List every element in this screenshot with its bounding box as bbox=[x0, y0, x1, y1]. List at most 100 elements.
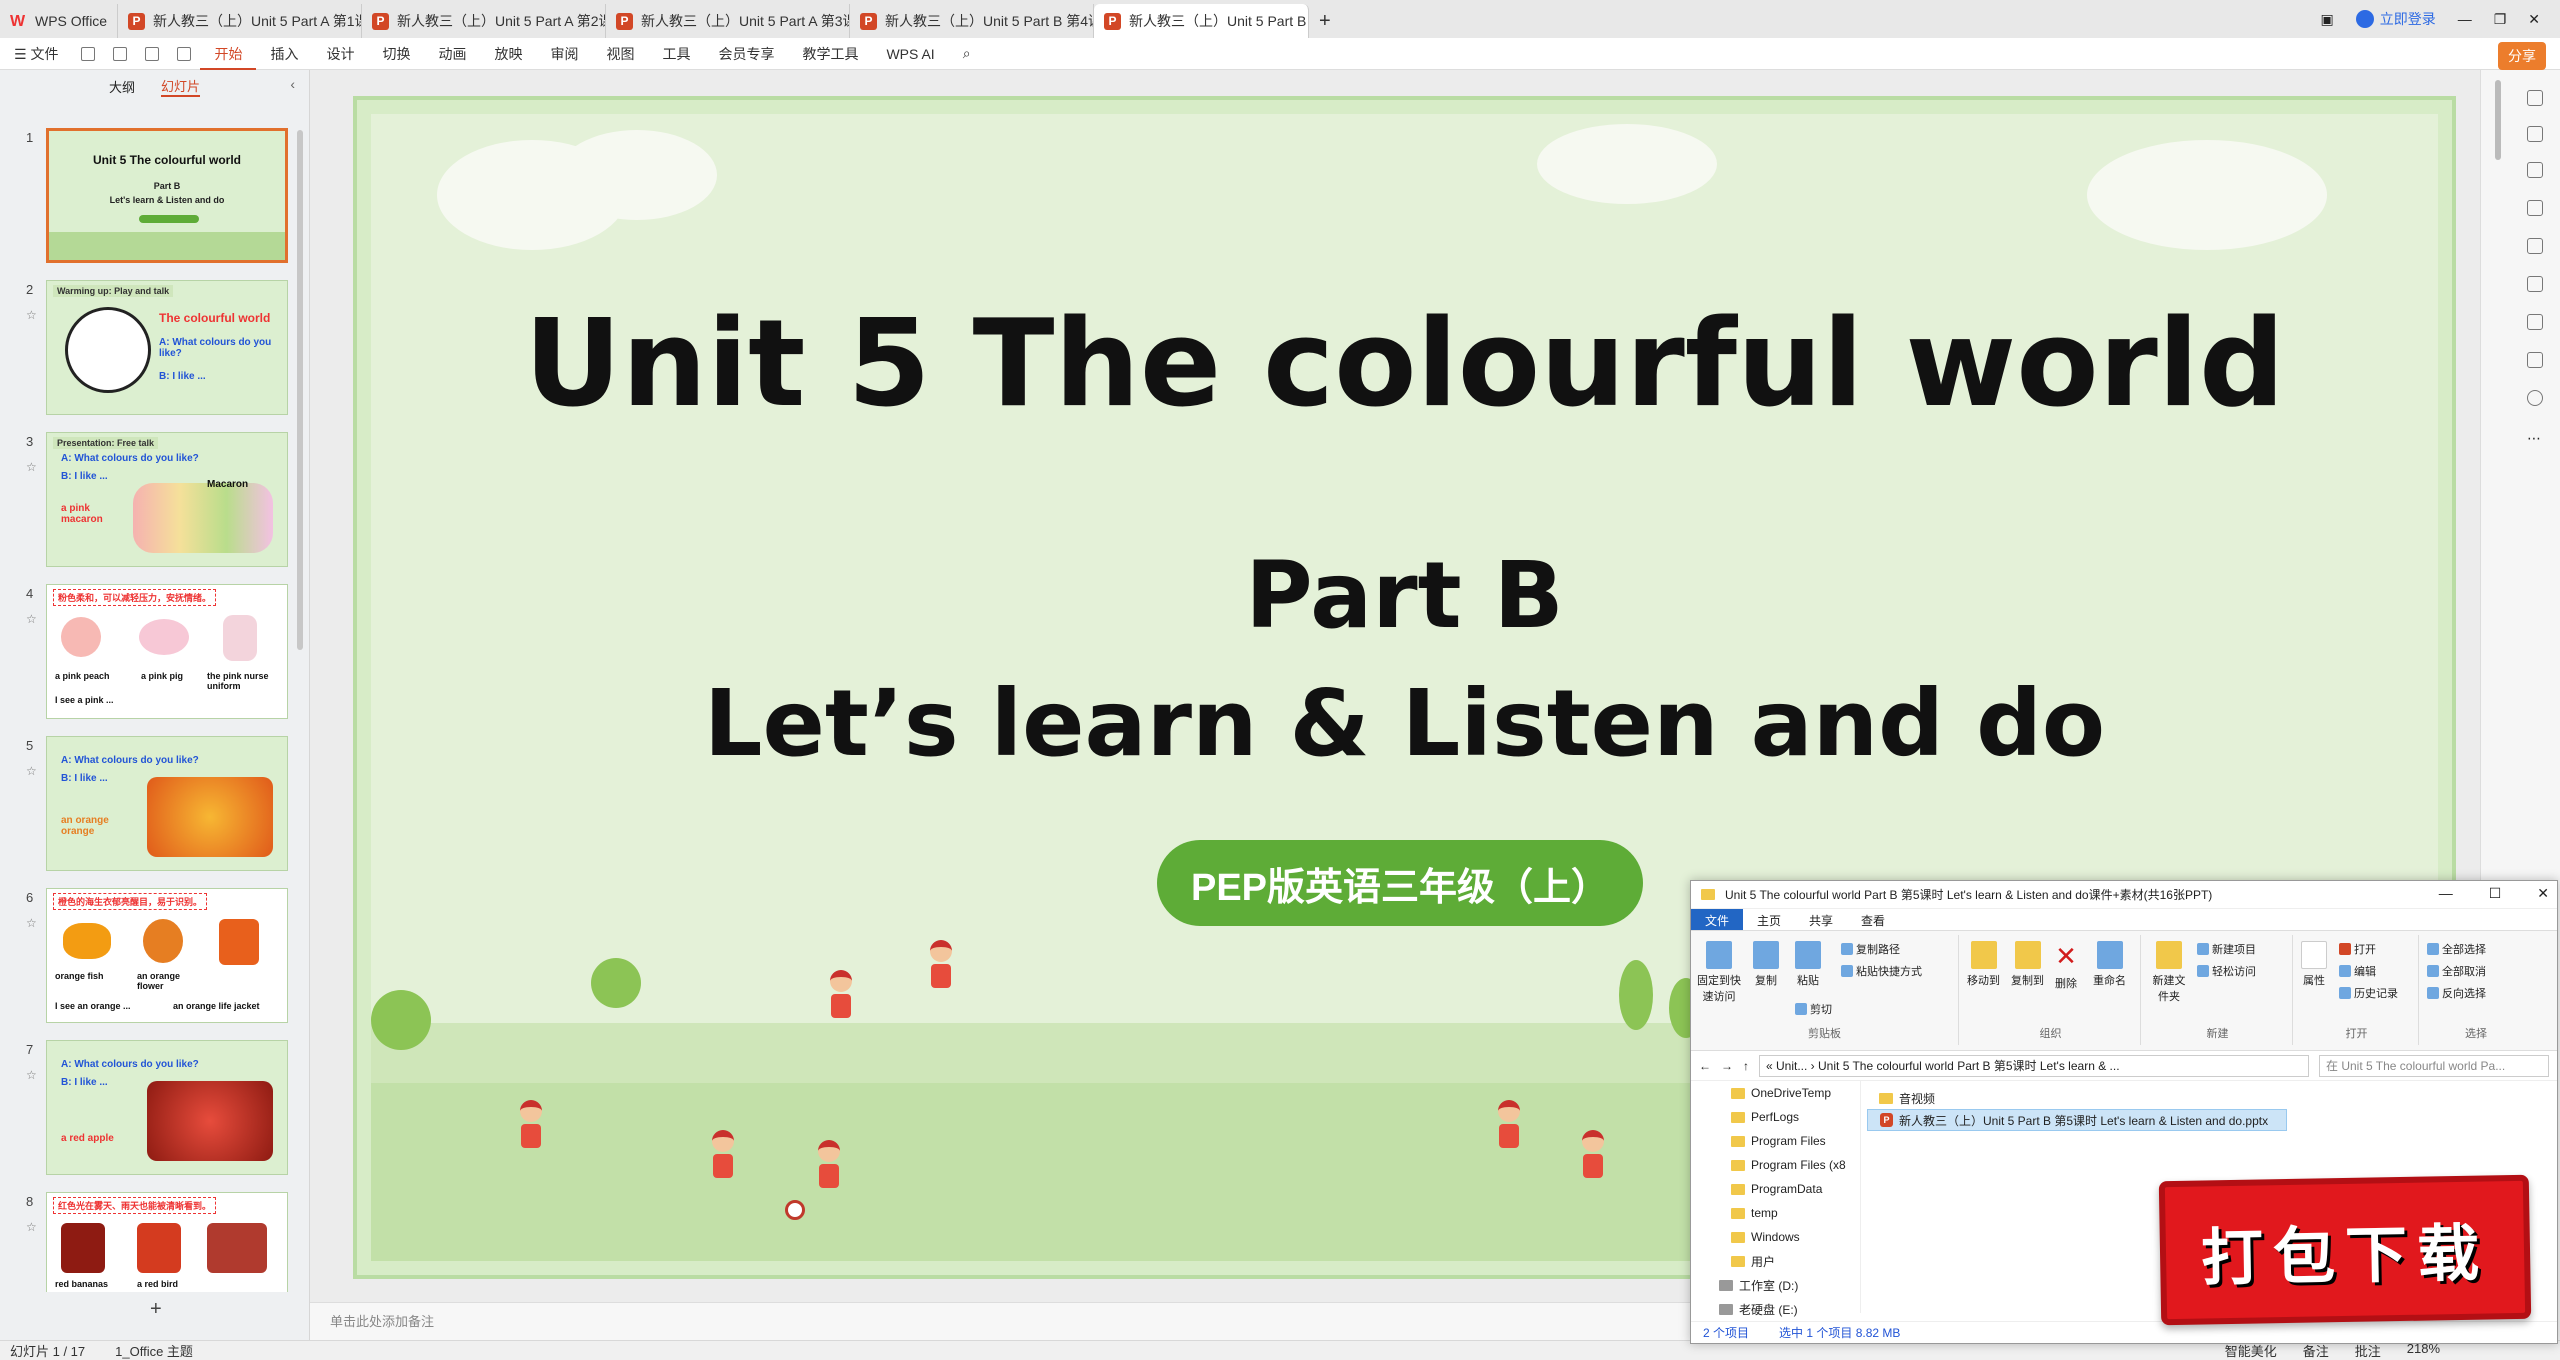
new-item-button[interactable]: 新建项目 bbox=[2197, 941, 2256, 957]
nav-item[interactable]: OneDriveTemp bbox=[1691, 1081, 1860, 1105]
new-tab-icon[interactable]: + bbox=[1309, 4, 1341, 38]
star-icon[interactable] bbox=[2527, 162, 2543, 178]
ribbon-tab-home[interactable]: 主页 bbox=[1743, 909, 1795, 930]
search-input[interactable]: 在 Unit 5 The colourful world Pa... bbox=[2319, 1054, 2549, 1077]
search-icon[interactable]: ⌕ bbox=[949, 45, 985, 62]
menu-transition[interactable]: 切换 bbox=[368, 44, 424, 64]
slide-thumbnail-8[interactable]: 红色光在雾天、雨天也能被清晰看到。 red bananas a red bird bbox=[46, 1192, 288, 1292]
menu-view[interactable]: 视图 bbox=[592, 44, 648, 64]
menu-insert[interactable]: 插入 bbox=[256, 44, 312, 64]
tab-outline[interactable]: 大纲 bbox=[109, 77, 135, 96]
layout-icon[interactable]: ▣ bbox=[2320, 11, 2333, 28]
file-item[interactable]: 音视频 bbox=[1867, 1087, 2557, 1109]
file-menu[interactable]: ☰ 文件 bbox=[0, 44, 72, 64]
theme-name[interactable]: 1_Office 主题 bbox=[85, 1341, 193, 1360]
collapse-panel-icon[interactable]: ‹ bbox=[290, 76, 295, 92]
select-none-button[interactable]: 全部取消 bbox=[2427, 963, 2486, 979]
minimize-icon[interactable]: — bbox=[2439, 885, 2453, 902]
thumbnail-row[interactable]: 1 Unit 5 The colourful world Part B Let'… bbox=[0, 128, 300, 280]
slide-title[interactable]: Unit 5 The colourful world bbox=[357, 295, 2452, 434]
ribbon-tab-view[interactable]: 查看 bbox=[1847, 909, 1899, 930]
menu-member[interactable]: 会员专享 bbox=[704, 44, 788, 64]
slide-part[interactable]: Part B bbox=[357, 542, 2452, 649]
close-icon[interactable]: ✕ bbox=[2537, 885, 2549, 902]
tab-document-active[interactable]: P新人教三（上）Unit 5 Part B✕ bbox=[1094, 4, 1309, 38]
nav-item[interactable]: Windows bbox=[1691, 1225, 1860, 1249]
history-button[interactable]: 历史记录 bbox=[2339, 985, 2398, 1001]
ribbon-tab-share[interactable]: 共享 bbox=[1795, 909, 1847, 930]
nav-item[interactable]: 用户 bbox=[1691, 1249, 1860, 1273]
wps-ai-button[interactable]: WPS AI bbox=[872, 46, 948, 62]
nav-item[interactable]: Program Files (x8 bbox=[1691, 1153, 1860, 1177]
slide-thumbnail-6[interactable]: 橙色的海生衣郁亮醒目，易于识别。 orange fish an orange f… bbox=[46, 888, 288, 1023]
nav-item[interactable]: temp bbox=[1691, 1201, 1860, 1225]
rename-button[interactable]: 重命名 bbox=[2093, 941, 2126, 988]
menu-tools[interactable]: 工具 bbox=[648, 44, 704, 64]
star-icon[interactable]: ☆ bbox=[26, 916, 37, 930]
template-icon[interactable] bbox=[2527, 352, 2543, 368]
login-button[interactable]: 立即登录 bbox=[2355, 9, 2436, 29]
back-icon[interactable]: ← bbox=[1699, 1059, 1711, 1073]
copy-button[interactable]: 复制 bbox=[1753, 941, 1779, 988]
properties-button[interactable]: 属性 bbox=[2301, 941, 2327, 988]
menu-animation[interactable]: 动画 bbox=[424, 44, 480, 64]
image-icon[interactable] bbox=[2527, 238, 2543, 254]
minimize-icon[interactable]: — bbox=[2458, 11, 2472, 27]
slide-subtitle[interactable]: Let’s learn & Listen and do bbox=[357, 670, 2452, 777]
menu-home[interactable]: 开始 bbox=[200, 38, 257, 70]
more-icon[interactable]: ⋯ bbox=[2527, 430, 2543, 446]
thumbnail-row[interactable]: 6 ☆ 橙色的海生衣郁亮醒目，易于识别。 orange fish an orang… bbox=[0, 888, 300, 1040]
tab-document-4[interactable]: P 新人教三（上）Unit 5 Part B 第4课 bbox=[850, 4, 1094, 38]
settings-icon[interactable] bbox=[2527, 126, 2543, 142]
forward-icon[interactable]: → bbox=[1721, 1059, 1733, 1073]
download-package-stamp[interactable]: 打包下载 bbox=[2158, 1174, 2532, 1326]
panel-scrollbar[interactable] bbox=[297, 130, 303, 650]
copy-path-button[interactable]: 复制路径 bbox=[1841, 941, 1900, 957]
slide-thumbnail-1[interactable]: Unit 5 The colourful world Part B Let's … bbox=[46, 128, 288, 263]
move-to-button[interactable]: 移动到 bbox=[1967, 941, 2000, 988]
star-icon[interactable]: ☆ bbox=[26, 1220, 37, 1234]
copy-icon[interactable] bbox=[2527, 200, 2543, 216]
new-folder-button[interactable]: 新建文件夹 bbox=[2149, 941, 2189, 1004]
tab-wps-home[interactable]: W WPS Office bbox=[0, 4, 118, 38]
star-icon[interactable]: ☆ bbox=[26, 764, 37, 778]
file-item-selected[interactable]: P 新人教三（上）Unit 5 Part B 第5课时 Let's learn &… bbox=[1867, 1109, 2287, 1131]
grade-badge[interactable]: PEP版英语三年级（上） bbox=[1157, 840, 1643, 926]
nav-item[interactable]: Program Files bbox=[1691, 1129, 1860, 1153]
print-icon[interactable] bbox=[113, 46, 128, 61]
up-icon[interactable]: ↑ bbox=[1743, 1059, 1749, 1073]
pin-button[interactable]: 固定到快速访问 bbox=[1697, 941, 1741, 1004]
star-icon[interactable]: ☆ bbox=[26, 612, 37, 626]
star-icon[interactable]: ☆ bbox=[26, 308, 37, 322]
invert-selection-button[interactable]: 反向选择 bbox=[2427, 985, 2486, 1001]
slide-thumbnail-2[interactable]: Warming up: Play and talk The colourful … bbox=[46, 280, 288, 415]
tab-document-3[interactable]: P 新人教三（上）Unit 5 Part A 第3课 bbox=[606, 4, 850, 38]
thumbnail-row[interactable]: 7 ☆ A: What colours do you like? B: I lik… bbox=[0, 1040, 300, 1192]
nav-item[interactable]: 老硬盘 (E:) bbox=[1691, 1297, 1860, 1321]
tab-document-1[interactable]: P 新人教三（上）Unit 5 Part A 第1课 bbox=[118, 4, 362, 38]
thumbnail-row[interactable]: 8 ☆ 红色光在雾天、雨天也能被清晰看到。 red bananas a red b… bbox=[0, 1192, 300, 1292]
nav-item[interactable]: 工作室 (D:) bbox=[1691, 1273, 1860, 1297]
undo-icon[interactable] bbox=[145, 46, 160, 61]
save-icon[interactable] bbox=[81, 46, 96, 61]
ribbon-tab-file[interactable]: 文件 bbox=[1691, 909, 1744, 930]
nav-item[interactable]: PerfLogs bbox=[1691, 1105, 1860, 1129]
open-button[interactable]: 打开 bbox=[2339, 941, 2376, 957]
magic-icon[interactable] bbox=[2527, 276, 2543, 292]
menu-teaching-tools[interactable]: 教学工具 bbox=[788, 44, 872, 64]
slide-thumbnail-3[interactable]: Presentation: Free talk A: What colours … bbox=[46, 432, 288, 567]
tab-slides[interactable]: 幻灯片 bbox=[161, 76, 201, 97]
copy-to-button[interactable]: 复制到 bbox=[2011, 941, 2044, 988]
tab-document-2[interactable]: P 新人教三（上）Unit 5 Part A 第2课 bbox=[362, 4, 606, 38]
address-bar[interactable]: « Unit... › Unit 5 The colourful world P… bbox=[1759, 1054, 2309, 1077]
slide-thumbnail-5[interactable]: A: What colours do you like? B: I like .… bbox=[46, 736, 288, 871]
restore-icon[interactable]: ❐ bbox=[2494, 11, 2507, 28]
star-icon[interactable]: ☆ bbox=[26, 460, 37, 474]
cut-button[interactable]: 剪切 bbox=[1795, 1001, 1832, 1017]
canvas-scrollbar[interactable] bbox=[2495, 80, 2501, 160]
thumbnail-row[interactable]: 2 ☆ Warming up: Play and talk The colourf… bbox=[0, 280, 300, 432]
star-icon[interactable]: ☆ bbox=[26, 1068, 37, 1082]
menu-design[interactable]: 设计 bbox=[312, 44, 368, 64]
paste-shortcut-button[interactable]: 粘贴快捷方式 bbox=[1841, 963, 1922, 979]
close-window-icon[interactable]: ✕ bbox=[2528, 11, 2540, 28]
